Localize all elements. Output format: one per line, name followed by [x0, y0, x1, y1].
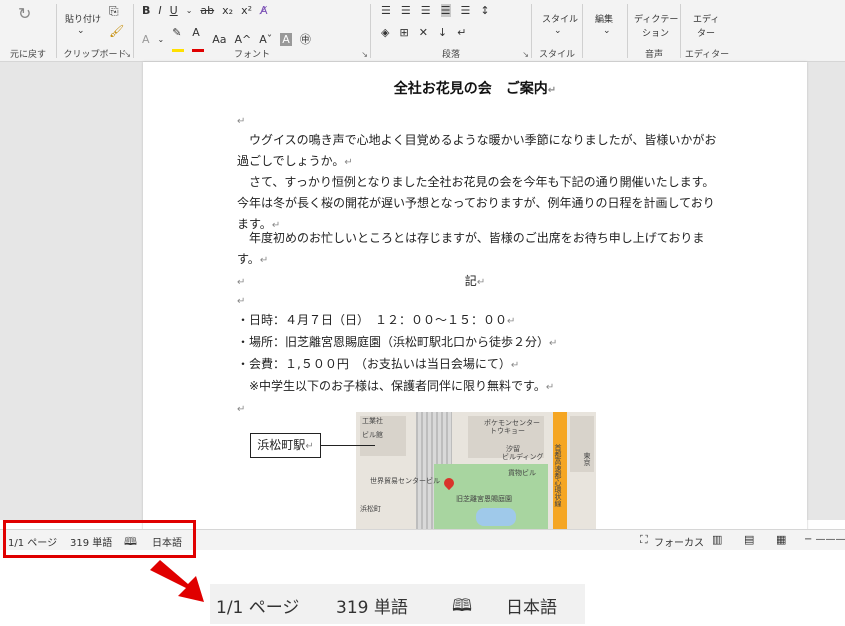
styles-button[interactable]: スタイル: [542, 12, 578, 25]
ki-heading: 記↵: [464, 274, 486, 288]
align-right-icon[interactable]: ☰: [421, 4, 431, 17]
focus-button[interactable]: フォーカス: [654, 534, 704, 549]
align-left-icon[interactable]: ☰: [381, 4, 391, 17]
highlight-box: [3, 520, 196, 558]
clipboard-launcher-icon[interactable]: ↘: [124, 50, 131, 59]
enclosed-char-icon[interactable]: ㊥: [300, 31, 311, 47]
sort-icon[interactable]: ↓: [438, 26, 447, 39]
borders-icon[interactable]: ⊞: [399, 26, 408, 39]
styles-dropdown-icon[interactable]: ⌄: [554, 26, 562, 36]
grow-font-button[interactable]: A^: [235, 33, 252, 46]
item-place: ・場所：旧芝離宮恩賜庭園（浜松町駅北口から徒歩２分）↵: [237, 335, 558, 349]
undo-group-label: 元に戻す: [9, 50, 46, 60]
editing-button[interactable]: 編集: [595, 12, 613, 25]
font-group-label: フォント: [233, 50, 270, 60]
asian-layout-icon[interactable]: ✕: [419, 26, 428, 39]
shrink-font-button[interactable]: Aˇ: [259, 33, 272, 46]
distribute-icon[interactable]: ☰: [461, 4, 471, 17]
editor-button[interactable]: エディ: [693, 12, 719, 25]
clipboard-group-label: クリップボード: [63, 50, 127, 60]
editor-group: エディ ター エディター: [681, 0, 733, 62]
font-launcher-icon[interactable]: ↘: [361, 50, 368, 59]
font-group: B I U ⌄ ab x₂ x² A̸ A ⌄ ✎ A Aa A^ Aˇ A ㊥…: [134, 0, 370, 62]
document-area: 全社お花見の会 ご案内↵ ↵ ウグイスの鳴き声で心地よく目覚めるような暖かい季節…: [0, 62, 845, 532]
print-layout-icon[interactable]: ▤: [744, 533, 754, 546]
document-title: 全社お花見の会 ご案内↵: [393, 81, 557, 97]
focus-icon[interactable]: ⛶: [640, 533, 648, 547]
item-fee: ・会費：１,５００円 （お支払いは当日会場にて）↵: [237, 357, 520, 371]
read-mode-icon[interactable]: ▥: [712, 533, 722, 546]
styles-group: スタイル ⌄ スタイル: [532, 0, 582, 62]
clear-format-icon[interactable]: A̸: [260, 4, 268, 17]
undo-icon[interactable]: ↻: [18, 4, 31, 23]
styles-group-label: スタイル: [538, 50, 575, 60]
char-shading-button[interactable]: A: [280, 32, 292, 46]
zoomed-word-count: 319 単語: [336, 598, 408, 618]
station-callout[interactable]: 浜松町駅↵: [250, 433, 321, 458]
para-1: ウグイスの鳴き声で心地よく目覚めるような暖かい季節になりましたが、皆様いかがお …: [237, 133, 717, 168]
editor-group-label: エディター: [684, 50, 730, 60]
voice-group-label: 音声: [644, 50, 663, 60]
dictate-button-line2[interactable]: ション: [642, 26, 669, 39]
document-page[interactable]: 全社お花見の会 ご案内↵ ↵ ウグイスの鳴き声で心地よく目覚めるような暖かい季節…: [143, 62, 807, 532]
empty-para: ↵: [237, 116, 246, 127]
details-list: ・日時：４月７日（日） １２：００～１５：００↵ ・場所：旧芝離宮恩賜庭園（浜松…: [237, 310, 727, 420]
underline-dropdown-icon[interactable]: ⌄: [186, 6, 193, 15]
ribbon: ↻ 元に戻す 貼り付け ⌄ ⎘ 🖌 クリップボード ↘ B I U ⌄ ab x…: [0, 0, 845, 62]
dictate-button[interactable]: ディクテー: [634, 12, 678, 25]
align-center-icon[interactable]: ☰: [401, 4, 411, 17]
callout-connector: [321, 445, 375, 446]
red-arrow-icon: [150, 560, 204, 602]
editing-dropdown-icon[interactable]: ⌄: [603, 26, 611, 36]
zoomed-book-icon: 🕮: [452, 596, 473, 616]
item-note: ※中学生以下のお子様は、保護者同伴に限り無料です。↵: [237, 379, 555, 393]
empty-para-2: ↵: [237, 296, 246, 307]
paragraph-launcher-icon[interactable]: ↘: [522, 50, 529, 59]
text-effects-icon[interactable]: A: [142, 33, 150, 46]
paste-dropdown-icon[interactable]: ⌄: [77, 26, 85, 36]
shading-icon[interactable]: ◈: [381, 26, 389, 39]
change-case-button[interactable]: Aa: [212, 33, 226, 46]
undo-group: ↻ 元に戻す: [0, 0, 56, 62]
map-image[interactable]: 工業社 ビル館 ポケモンセンター トウキョー 汐留 ビルディング 貨物ビル 世界…: [356, 412, 596, 532]
paste-button[interactable]: 貼り付け: [65, 12, 101, 25]
italic-button[interactable]: I: [158, 4, 161, 17]
show-marks-icon[interactable]: ↵: [457, 26, 466, 39]
para-2: さて、すっかり恒例となりました全社お花見の会を今年も下記の通り開催いたします。 …: [237, 175, 715, 231]
paragraph-group: ☰ ☰ ☰ ☰ ☰ ↕ ◈ ⊞ ✕ ↓ ↵ 段落 ↘: [371, 0, 531, 62]
subscript-button[interactable]: x₂: [222, 4, 233, 17]
item-date: ・日時：４月７日（日） １２：００～１５：００↵: [237, 313, 516, 327]
web-layout-icon[interactable]: ▦: [776, 533, 786, 546]
strikethrough-button[interactable]: ab: [200, 4, 214, 17]
justify-icon[interactable]: ☰: [440, 4, 451, 17]
paragraph-group-label: 段落: [441, 50, 460, 60]
editor-button-line2[interactable]: ター: [697, 26, 715, 39]
clipboard-group: 貼り付け ⌄ ⎘ 🖌 クリップボード ↘: [57, 0, 133, 62]
voice-group: ディクテー ション 音声: [628, 0, 680, 62]
zoomed-language: 日本語: [506, 598, 557, 618]
zoom-slider[interactable]: − ———: [804, 534, 845, 545]
zoomed-status-bar: 1/1 ページ 319 単語 🕮 日本語: [210, 584, 585, 624]
line-spacing-icon[interactable]: ↕: [480, 4, 489, 17]
bold-button[interactable]: B: [142, 4, 150, 17]
copy-icon[interactable]: ⎘: [109, 4, 119, 19]
zoomed-page-count: 1/1 ページ: [216, 598, 300, 618]
text-effects-dropdown-icon[interactable]: ⌄: [158, 35, 165, 44]
superscript-button[interactable]: x²: [241, 4, 252, 17]
format-painter-icon[interactable]: 🖌: [109, 24, 124, 38]
editing-group: 編集 ⌄: [583, 0, 627, 62]
underline-button[interactable]: U: [170, 4, 178, 17]
